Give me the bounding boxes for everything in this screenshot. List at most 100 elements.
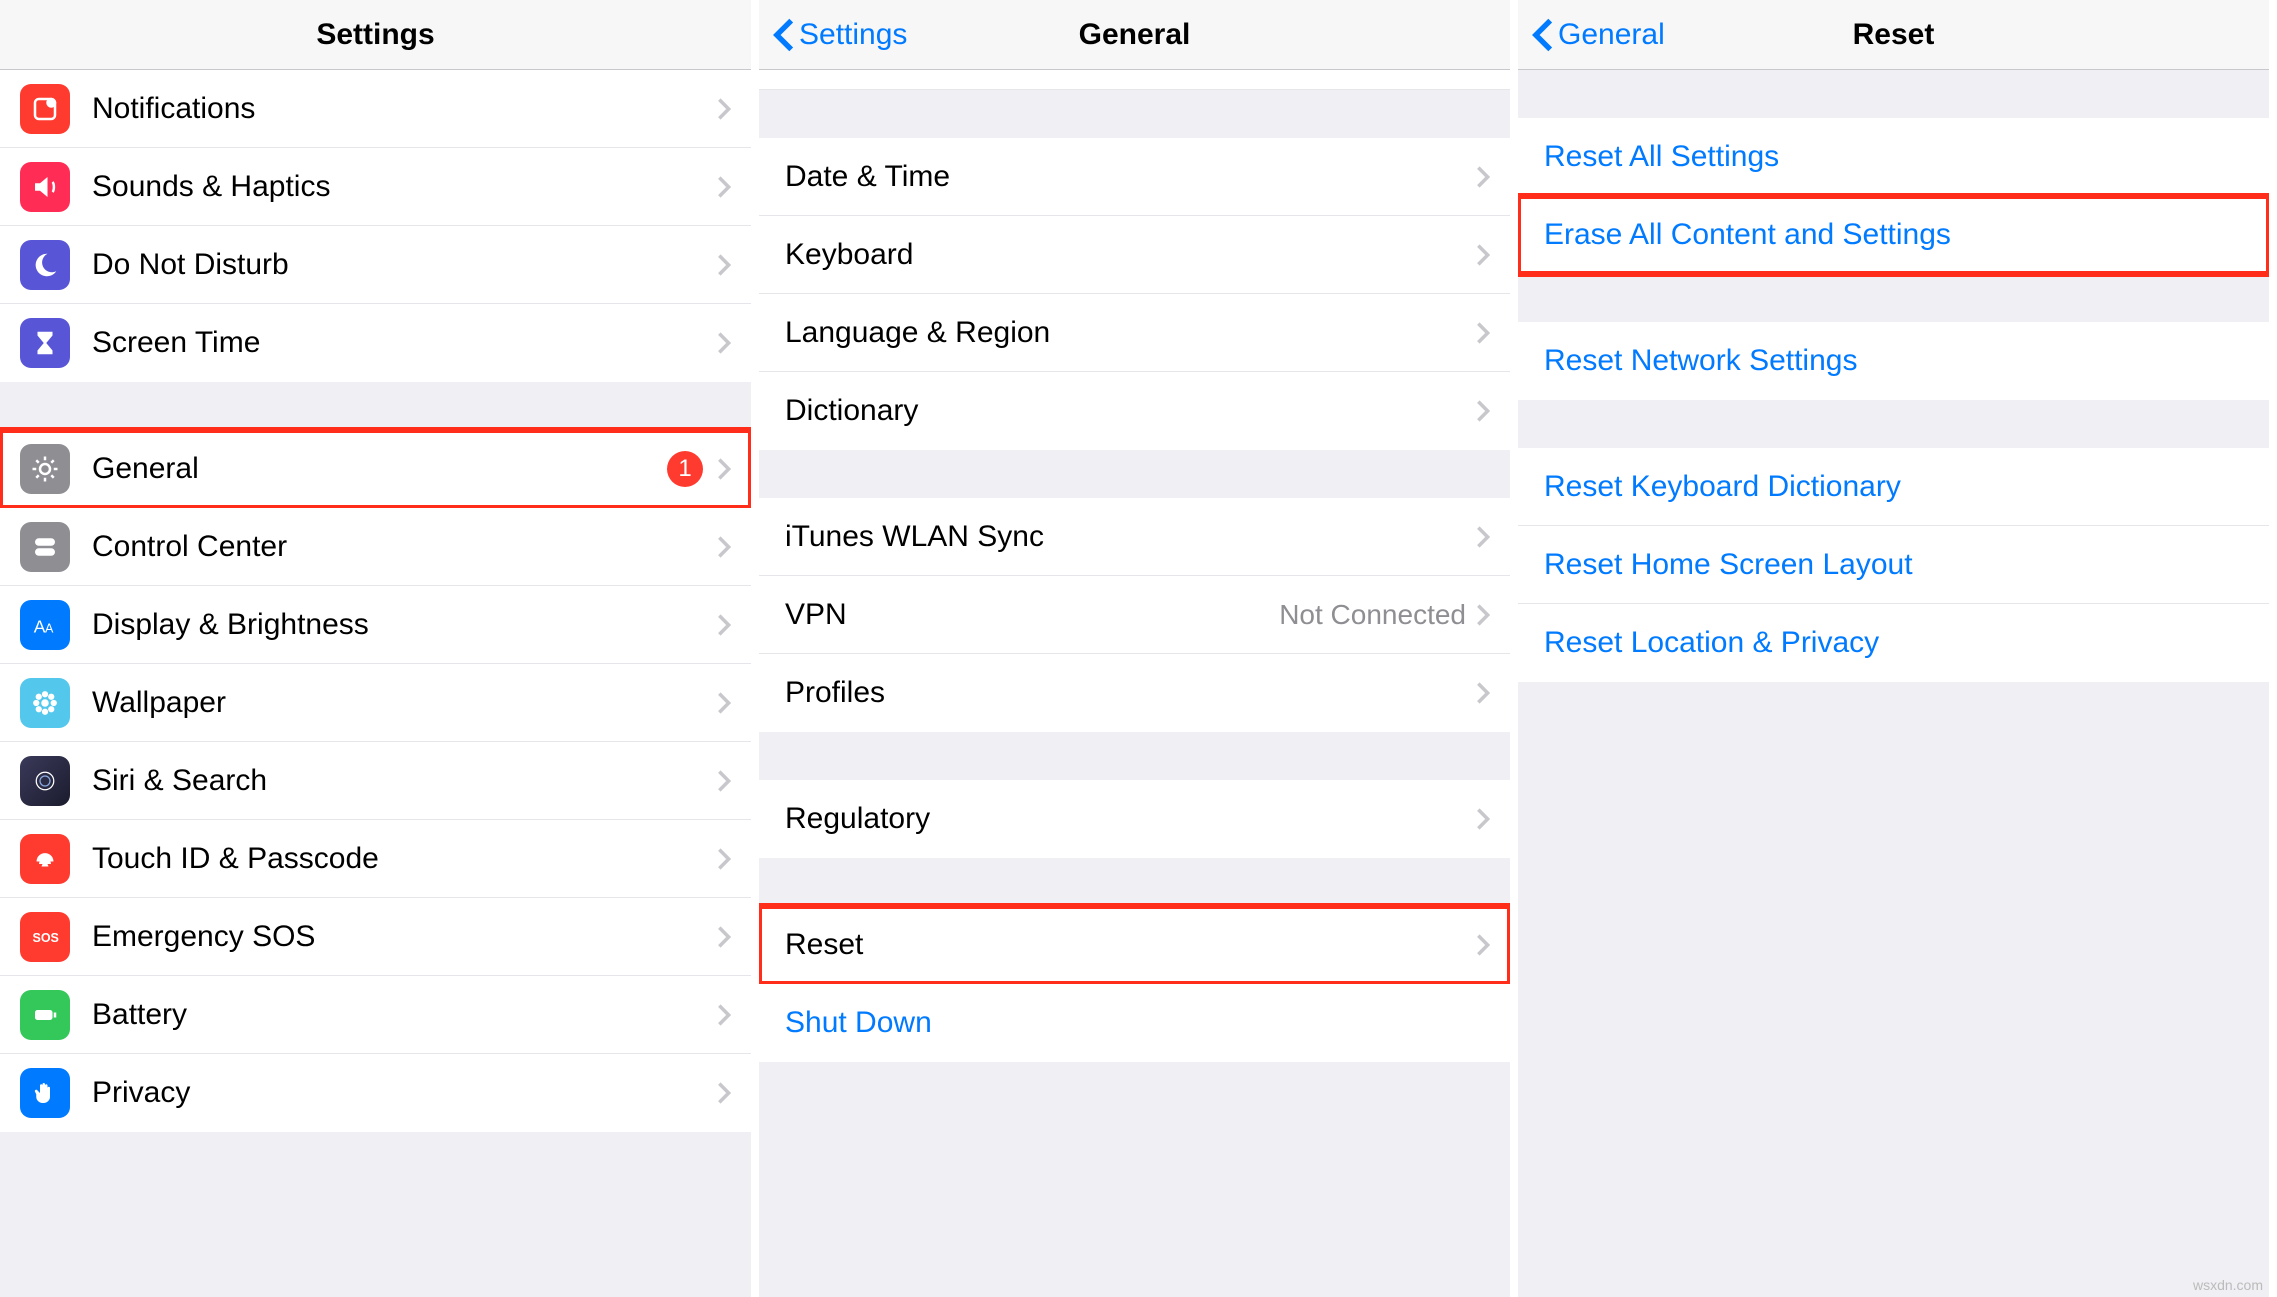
sos-icon: SOS	[20, 912, 70, 962]
row-label: Reset Network Settings	[1544, 344, 2249, 378]
row-label: Date & Time	[785, 160, 1476, 194]
row-label: Reset Home Screen Layout	[1544, 548, 2249, 582]
reset-panel: General Reset Reset All Settings Erase A…	[1518, 0, 2277, 1297]
chevron-right-icon	[717, 331, 731, 355]
chevron-right-icon	[717, 613, 731, 637]
settings-header: Settings	[0, 0, 751, 70]
row-reset[interactable]: Reset	[759, 906, 1510, 984]
chevron-right-icon	[1476, 933, 1490, 957]
general-panel: Settings General Date & Time Keyboard La…	[759, 0, 1518, 1297]
chevron-right-icon	[717, 1081, 731, 1105]
hourglass-icon	[20, 318, 70, 368]
row-privacy[interactable]: Privacy	[0, 1054, 751, 1132]
row-label: Screen Time	[92, 326, 717, 360]
row-do-not-disturb[interactable]: Do Not Disturb	[0, 226, 751, 304]
siri-icon	[20, 756, 70, 806]
row-itunes-wlan-sync[interactable]: iTunes WLAN Sync	[759, 498, 1510, 576]
row-label: iTunes WLAN Sync	[785, 520, 1476, 554]
row-erase-all-content[interactable]: Erase All Content and Settings	[1518, 196, 2269, 274]
row-emergency-sos[interactable]: SOS Emergency SOS	[0, 898, 751, 976]
row-label: Dictionary	[785, 394, 1476, 428]
chevron-right-icon	[1476, 681, 1490, 705]
row-wallpaper[interactable]: Wallpaper	[0, 664, 751, 742]
row-label: Display & Brightness	[92, 608, 717, 642]
text-size-icon: AA	[20, 600, 70, 650]
row-siri-search[interactable]: Siri & Search	[0, 742, 751, 820]
group-separator	[1518, 274, 2269, 322]
chevron-right-icon	[1476, 807, 1490, 831]
chevron-right-icon	[717, 847, 731, 871]
row-reset-location-privacy[interactable]: Reset Location & Privacy	[1518, 604, 2269, 682]
group-separator	[759, 858, 1510, 906]
general-header: Settings General	[759, 0, 1510, 70]
group-separator	[759, 450, 1510, 498]
row-label: Shut Down	[785, 1006, 1490, 1040]
row-keyboard[interactable]: Keyboard	[759, 216, 1510, 294]
row-label: Reset	[785, 928, 1476, 962]
group-separator	[1518, 70, 2269, 118]
row-label: Wallpaper	[92, 686, 717, 720]
notification-badge: 1	[667, 451, 703, 487]
row-battery[interactable]: Battery	[0, 976, 751, 1054]
chevron-right-icon	[717, 535, 731, 559]
fingerprint-icon	[20, 834, 70, 884]
row-label: VPN	[785, 598, 1279, 632]
watermark: wsxdn.com	[2193, 1277, 2263, 1293]
chevron-right-icon	[717, 1003, 731, 1027]
row-sounds-haptics[interactable]: Sounds & Haptics	[0, 148, 751, 226]
sounds-icon	[20, 162, 70, 212]
row-regulatory[interactable]: Regulatory	[759, 780, 1510, 858]
chevron-right-icon	[717, 925, 731, 949]
chevron-right-icon	[717, 175, 731, 199]
row-label: Language & Region	[785, 316, 1476, 350]
row-label: Reset Keyboard Dictionary	[1544, 470, 2249, 504]
row-screen-time[interactable]: Screen Time	[0, 304, 751, 382]
row-display-brightness[interactable]: AA Display & Brightness	[0, 586, 751, 664]
row-control-center[interactable]: Control Center	[0, 508, 751, 586]
row-reset-all-settings[interactable]: Reset All Settings	[1518, 118, 2269, 196]
row-date-time[interactable]: Date & Time	[759, 138, 1510, 216]
row-label: Notifications	[92, 92, 717, 126]
row-label: Sounds & Haptics	[92, 170, 717, 204]
settings-panel: Settings Notifications Sounds & Haptics …	[0, 0, 759, 1297]
row-general[interactable]: General 1	[0, 430, 751, 508]
group-separator	[759, 90, 1510, 138]
moon-icon	[20, 240, 70, 290]
chevron-right-icon	[1476, 399, 1490, 423]
row-reset-keyboard-dictionary[interactable]: Reset Keyboard Dictionary	[1518, 448, 2269, 526]
row-label: Battery	[92, 998, 717, 1032]
row-label: Reset All Settings	[1544, 140, 2249, 174]
battery-icon	[20, 990, 70, 1040]
row-label: Keyboard	[785, 238, 1476, 272]
chevron-right-icon	[1476, 525, 1490, 549]
back-button[interactable]: General	[1532, 17, 1665, 53]
notifications-icon	[20, 84, 70, 134]
settings-title: Settings	[0, 18, 751, 52]
chevron-right-icon	[717, 97, 731, 121]
row-label: Regulatory	[785, 802, 1476, 836]
row-shut-down[interactable]: Shut Down	[759, 984, 1510, 1062]
row-reset-home-screen-layout[interactable]: Reset Home Screen Layout	[1518, 526, 2269, 604]
reset-header: General Reset	[1518, 0, 2269, 70]
empty-space	[1518, 682, 2269, 1297]
row-reset-network-settings[interactable]: Reset Network Settings	[1518, 322, 2269, 400]
row-touch-id-passcode[interactable]: Touch ID & Passcode	[0, 820, 751, 898]
row-label: Profiles	[785, 676, 1476, 710]
back-button[interactable]: Settings	[773, 17, 907, 53]
row-label: Siri & Search	[92, 764, 717, 798]
row-dictionary[interactable]: Dictionary	[759, 372, 1510, 450]
row-notifications[interactable]: Notifications	[0, 70, 751, 148]
chevron-right-icon	[1476, 165, 1490, 189]
row-language-region[interactable]: Language & Region	[759, 294, 1510, 372]
flower-icon	[20, 678, 70, 728]
row-label: Control Center	[92, 530, 717, 564]
gear-icon	[20, 444, 70, 494]
back-label: Settings	[799, 18, 907, 52]
row-label: Do Not Disturb	[92, 248, 717, 282]
chevron-right-icon	[1476, 321, 1490, 345]
toggle-icon	[20, 522, 70, 572]
group-separator	[759, 732, 1510, 780]
svg-text:SOS: SOS	[33, 931, 59, 945]
row-profiles[interactable]: Profiles	[759, 654, 1510, 732]
row-vpn[interactable]: VPN Not Connected	[759, 576, 1510, 654]
